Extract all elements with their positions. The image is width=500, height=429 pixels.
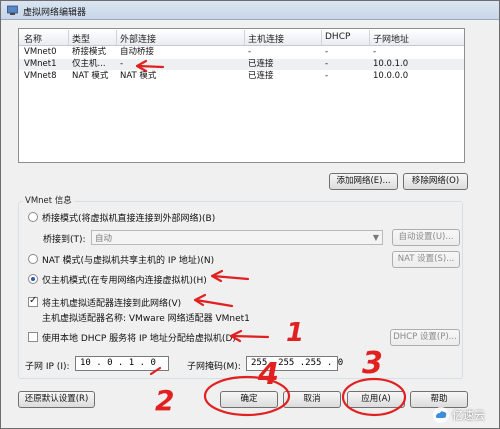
bridge-to-select[interactable]: 自动 ▼ [91,230,383,245]
watermark: 亿速云 [430,404,496,426]
apply-button[interactable]: 应用(A) [347,391,405,408]
table-row[interactable]: VMnet0 桥接模式 自动桥接 - - - [19,47,464,58]
col-header-dhcp[interactable]: DHCP [325,32,350,42]
connect-adapter-checkbox[interactable] [28,295,38,307]
dhcp-settings-button[interactable]: DHCP 设置(P)... [390,329,460,346]
remove-network-button[interactable]: 移除网络(O) [403,173,468,190]
cloud-logo-icon [433,407,449,423]
host-only-mode-radio[interactable] [28,274,38,284]
table-row[interactable]: VMnet8 NAT 模式 NAT 模式 已连接 - 10.0.0.0 [19,71,464,82]
subnet-ip-input[interactable]: 10 . 0 . 1 . 0 [75,356,169,371]
use-dhcp-checkbox[interactable] [28,332,38,342]
cancel-button[interactable]: 取消 [283,391,341,408]
bridge-to-value: 自动 [95,234,113,244]
col-header-subnet[interactable]: 子网地址 [373,32,409,45]
ok-button[interactable]: 确定 [220,391,278,408]
col-header-name[interactable]: 名称 [24,32,42,45]
annotation-number-3: 3 [362,346,383,381]
col-header-external[interactable]: 外部连接 [120,32,156,45]
annotation-number-2: 2 [155,384,175,417]
restore-defaults-button[interactable]: 还原默认设置(R) [18,391,95,408]
nat-mode-label: NAT 模式(与虚拟机共享主机的 IP 地址)(N) [42,256,215,266]
table-header: 名称 类型 外部连接 主机连接 DHCP 子网地址 [19,29,464,46]
subnet-mask-label: 子网掩码(M): [187,362,241,372]
vmnet-info-group [18,201,463,379]
title-bar: 虚拟网络编辑器 [1,1,499,20]
host-only-mode-label: 仅主机模式(在专用网络内连接虚拟机)(H) [42,276,207,286]
network-editor-icon [7,5,18,15]
bridge-mode-radio[interactable] [28,212,38,222]
annotation-number-1: 1 [286,318,305,348]
col-header-type[interactable]: 类型 [72,32,90,45]
nat-settings-button[interactable]: NAT 设置(S)... [392,251,460,268]
subnet-ip-label: 子网 IP (I): [25,362,70,372]
col-header-host[interactable]: 主机连接 [248,32,284,45]
add-network-button[interactable]: 添加网络(E)... [329,173,398,190]
virtual-network-editor-window: 虚拟网络编辑器 名称 类型 外部连接 主机连接 DHCP 子网地址 VMnet0… [0,0,500,429]
bridge-mode-label: 桥接模式(将虚拟机直接连接到外部网络)(B) [42,214,216,224]
adapter-name-text: 主机虚拟适配器名称: VMware 网络适配器 VMnet1 [42,314,250,324]
watermark-text: 亿速云 [452,409,485,422]
nat-mode-radio[interactable] [28,254,38,264]
annotation-number-4: 4 [258,357,279,392]
auto-settings-button[interactable]: 自动设置(U)... [392,229,460,246]
bridge-to-label: 桥接到(T): [43,235,86,245]
network-table[interactable]: 名称 类型 外部连接 主机连接 DHCP 子网地址 VMnet0 桥接模式 自动… [18,28,465,163]
window-title: 虚拟网络编辑器 [23,8,87,18]
table-row-selected[interactable]: VMnet1 仅主机... - 已连接 - 10.0.1.0 [19,59,464,70]
chevron-down-icon: ▼ [372,233,379,242]
connect-adapter-label: 将主机虚拟适配器连接到此网络(V) [42,299,182,309]
vmnet-info-label: VMnet 信息 [23,194,74,206]
use-dhcp-label: 使用本地 DHCP 服务将 IP 地址分配给虚拟机(D) [42,334,236,344]
